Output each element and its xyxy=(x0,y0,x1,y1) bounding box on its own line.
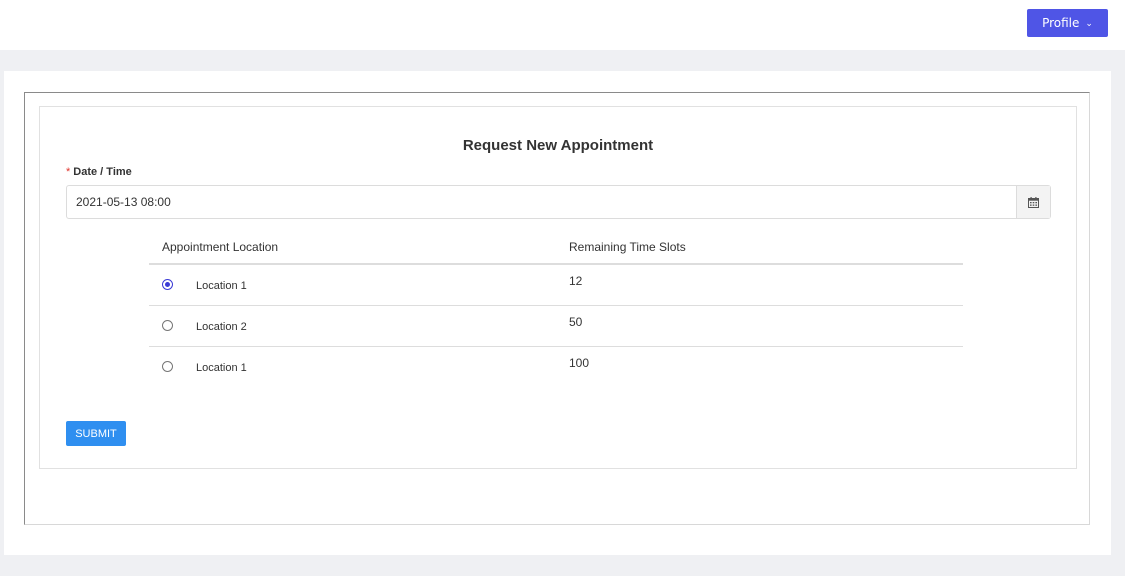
location-cell: Location 1 xyxy=(149,264,569,306)
slots-count: 12 xyxy=(569,264,963,306)
location-option: Location 1 xyxy=(162,278,569,292)
time-slots-table: Appointment Location Remaining Time Slot… xyxy=(149,231,963,387)
location-radio-3[interactable] xyxy=(162,361,173,373)
submit-button[interactable]: SUBMIT xyxy=(66,421,126,446)
datetime-label-text: Date / Time xyxy=(73,166,132,178)
column-header-slots: Remaining Time Slots xyxy=(569,231,963,265)
location-label: Location 1 xyxy=(196,279,247,292)
location-radio-2[interactable] xyxy=(162,320,173,331)
datetime-input[interactable] xyxy=(67,186,1015,218)
form-title: Request New Appointment xyxy=(462,137,654,154)
location-radio-1[interactable] xyxy=(162,279,173,291)
datetime-field xyxy=(66,185,1051,219)
content-card: Request New Appointment * Date / Time 20… xyxy=(4,71,1111,555)
table-row: Location 1 100 xyxy=(149,346,963,387)
location-option: Location 1 xyxy=(162,360,569,374)
location-option: Location 2 xyxy=(162,319,569,333)
calendar-button[interactable] xyxy=(1016,186,1050,218)
appointment-form: Request New Appointment * Date / Time 20… xyxy=(39,106,1077,469)
location-cell: Location 2 xyxy=(149,305,569,347)
form-frame: Request New Appointment * Date / Time 20… xyxy=(24,92,1090,525)
slots-count: 100 xyxy=(569,355,590,370)
column-header-location: Appointment Location xyxy=(149,231,569,265)
location-label: Location 2 xyxy=(196,320,247,333)
calendar-icon xyxy=(1028,196,1039,208)
slots-count: 50 xyxy=(569,305,963,347)
table-header-row: Appointment Location Remaining Time Slot… xyxy=(149,231,963,265)
required-marker: * xyxy=(66,166,71,178)
location-cell: Location 1 xyxy=(149,346,569,387)
profile-button[interactable]: Profile ⌄ xyxy=(1027,9,1108,37)
location-label: Location 1 xyxy=(196,361,247,374)
table-row: Location 2 50 xyxy=(149,305,963,347)
table-row: Location 1 12 xyxy=(149,264,963,306)
chevron-down-icon: ⌄ xyxy=(1085,18,1093,29)
datetime-label: * Date / Time xyxy=(66,166,132,178)
top-bar: Profile ⌄ xyxy=(0,0,1125,50)
profile-button-label: Profile xyxy=(1042,16,1080,30)
